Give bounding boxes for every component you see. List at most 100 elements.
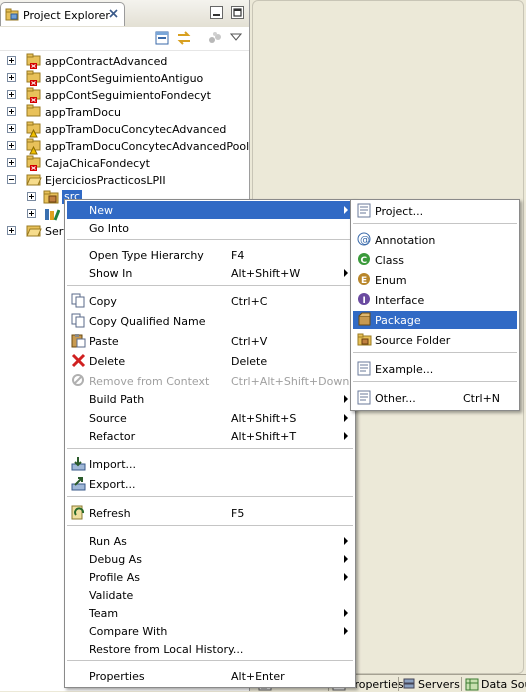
menu-item-export[interactable]: Export... (67, 475, 353, 493)
package-icon (358, 312, 371, 326)
expand-icon[interactable] (27, 192, 36, 201)
expand-icon[interactable] (7, 56, 16, 65)
menu-item-shortcut: Alt+Shift+W (231, 267, 301, 280)
menu-item-shortcut: Ctrl+Alt+Shift+Down (231, 375, 350, 388)
menu-item-shortcut: Delete (231, 355, 268, 368)
menu-item-copy-qualified-name[interactable]: Copy Qualified Name (67, 312, 353, 330)
refresh-icon (71, 505, 85, 520)
submenu-arrow-icon (344, 414, 348, 422)
expand-icon[interactable] (7, 107, 16, 116)
menu-item-source[interactable]: Source Alt+Shift+S (67, 409, 353, 427)
svg-text:@: @ (360, 235, 370, 246)
minimize-icon[interactable] (210, 6, 223, 19)
menu-item-remove-from-context[interactable]: Remove from Context Ctrl+Alt+Shift+Down (67, 372, 353, 390)
menu-item-properties[interactable]: Properties Alt+Enter (67, 667, 353, 685)
collapse-all-icon[interactable] (155, 31, 169, 45)
tree-item-label: CajaChicaFondecyt (45, 157, 150, 170)
submenu-item-project[interactable]: Project... (353, 202, 517, 220)
expand-icon[interactable] (7, 73, 16, 82)
expand-icon[interactable] (7, 158, 16, 167)
annotation-icon: @ (357, 232, 371, 246)
menu-item-copy[interactable]: Copy Ctrl+C (67, 292, 353, 310)
class-icon: C (358, 253, 370, 266)
menu-item-label: Open Type Hierarchy (89, 249, 204, 262)
tree-item-project[interactable]: appContractAdvanced (0, 53, 249, 70)
menu-item-label: Source (89, 412, 127, 425)
menu-item-team[interactable]: Team (67, 604, 353, 622)
menu-item-shortcut: Alt+Enter (231, 670, 285, 683)
tree-item-label: appContSeguimientoFondecyt (45, 89, 211, 102)
submenu-item-annotation[interactable]: @ Annotation (353, 231, 517, 249)
menu-item-build-path[interactable]: Build Path (67, 390, 353, 408)
collapse-icon[interactable] (7, 175, 16, 184)
submenu-item-source-folder[interactable]: Source Folder (353, 331, 517, 349)
tab-title: Project Explorer (23, 9, 110, 22)
copy-qualified-icon (71, 313, 85, 328)
tree-item-project[interactable]: appTramDocu (0, 104, 249, 121)
menu-item-show-in[interactable]: Show In Alt+Shift+W (67, 264, 353, 282)
menu-item-refactor[interactable]: Refactor Alt+Shift+T (67, 427, 353, 445)
submenu-item-example[interactable]: Example... (353, 360, 517, 378)
project-error-icon (26, 155, 41, 171)
maximize-icon[interactable] (231, 6, 244, 19)
expand-icon[interactable] (7, 90, 16, 99)
project-icon (26, 104, 41, 117)
menu-item-import[interactable]: Import... (67, 455, 353, 473)
menu-item-shortcut: Ctrl+V (231, 335, 268, 348)
submenu-item-class[interactable]: C Class (353, 251, 517, 269)
menu-item-new[interactable]: New (67, 201, 353, 219)
menu-separator (67, 285, 353, 286)
link-with-editor-icon[interactable] (176, 31, 192, 45)
tree-item-label: EjerciciosPracticosLPII (45, 174, 166, 187)
menu-item-debug-as[interactable]: Debug As (67, 550, 353, 568)
expand-icon[interactable] (7, 124, 16, 133)
project-error-icon (26, 53, 41, 69)
menu-item-delete[interactable]: Delete Delete (67, 352, 353, 370)
menu-item-restore-local-history[interactable]: Restore from Local History... (67, 640, 353, 658)
close-icon[interactable] (108, 8, 119, 19)
interface-icon: I (358, 293, 370, 306)
filter-icon[interactable] (207, 31, 223, 45)
tree-item-project[interactable]: appTramDocuConcytecAdvancedPool (0, 138, 249, 155)
svg-text:E: E (361, 276, 367, 286)
submenu-item-interface[interactable]: I Interface (353, 291, 517, 309)
expand-icon[interactable] (7, 226, 16, 235)
submenu-arrow-icon (344, 432, 348, 440)
submenu-arrow-icon (344, 609, 348, 617)
open-project-icon (26, 174, 42, 186)
tree-item-project[interactable]: appContSeguimientoFondecyt (0, 87, 249, 104)
tree-item-project[interactable]: CajaChicaFondecyt (0, 155, 249, 172)
submenu-arrow-icon (344, 537, 348, 545)
menu-item-paste[interactable]: Paste Ctrl+V (67, 332, 353, 350)
tree-item-project[interactable]: appContSeguimientoAntiguo (0, 70, 249, 87)
menu-item-run-as[interactable]: Run As (67, 532, 353, 550)
submenu-arrow-icon (344, 269, 348, 277)
menu-item-label: Team (89, 607, 119, 620)
menu-item-validate[interactable]: Validate (67, 586, 353, 604)
svg-text:I: I (363, 296, 366, 306)
menu-item-go-into[interactable]: Go Into (67, 219, 353, 237)
menu-item-label: Profile As (89, 571, 140, 584)
menu-item-label: Copy Qualified Name (89, 315, 206, 328)
menu-item-profile-as[interactable]: Profile As (67, 568, 353, 586)
menu-item-label: Project... (375, 205, 424, 218)
menu-item-compare-with[interactable]: Compare With (67, 622, 353, 640)
tree-item-project[interactable]: appTramDocuConcytecAdvanced (0, 121, 249, 138)
project-explorer-tab[interactable]: Project Explorer (0, 2, 125, 26)
submenu-item-enum[interactable]: E Enum (353, 271, 517, 289)
paste-icon (71, 334, 86, 348)
view-menu-icon[interactable] (230, 31, 242, 43)
submenu-item-other[interactable]: Other... Ctrl+N (353, 389, 517, 407)
menu-item-label: Example... (375, 363, 434, 376)
submenu-item-package[interactable]: Package (353, 311, 517, 329)
tree-item-label: appTramDocuConcytecAdvanced (45, 123, 227, 136)
tab-label: Data Sou (481, 678, 526, 691)
expand-icon[interactable] (27, 209, 36, 218)
menu-item-shortcut: Alt+Shift+T (231, 430, 297, 443)
expand-icon[interactable] (7, 141, 16, 150)
tree-item-project[interactable]: EjerciciosPracticosLPII (0, 172, 249, 189)
menu-item-open-type-hierarchy[interactable]: Open Type Hierarchy F4 (67, 246, 353, 264)
menu-item-shortcut: Ctrl+N (463, 392, 501, 405)
menu-item-refresh[interactable]: Refresh F5 (67, 504, 353, 522)
menu-item-label: New (89, 204, 113, 217)
